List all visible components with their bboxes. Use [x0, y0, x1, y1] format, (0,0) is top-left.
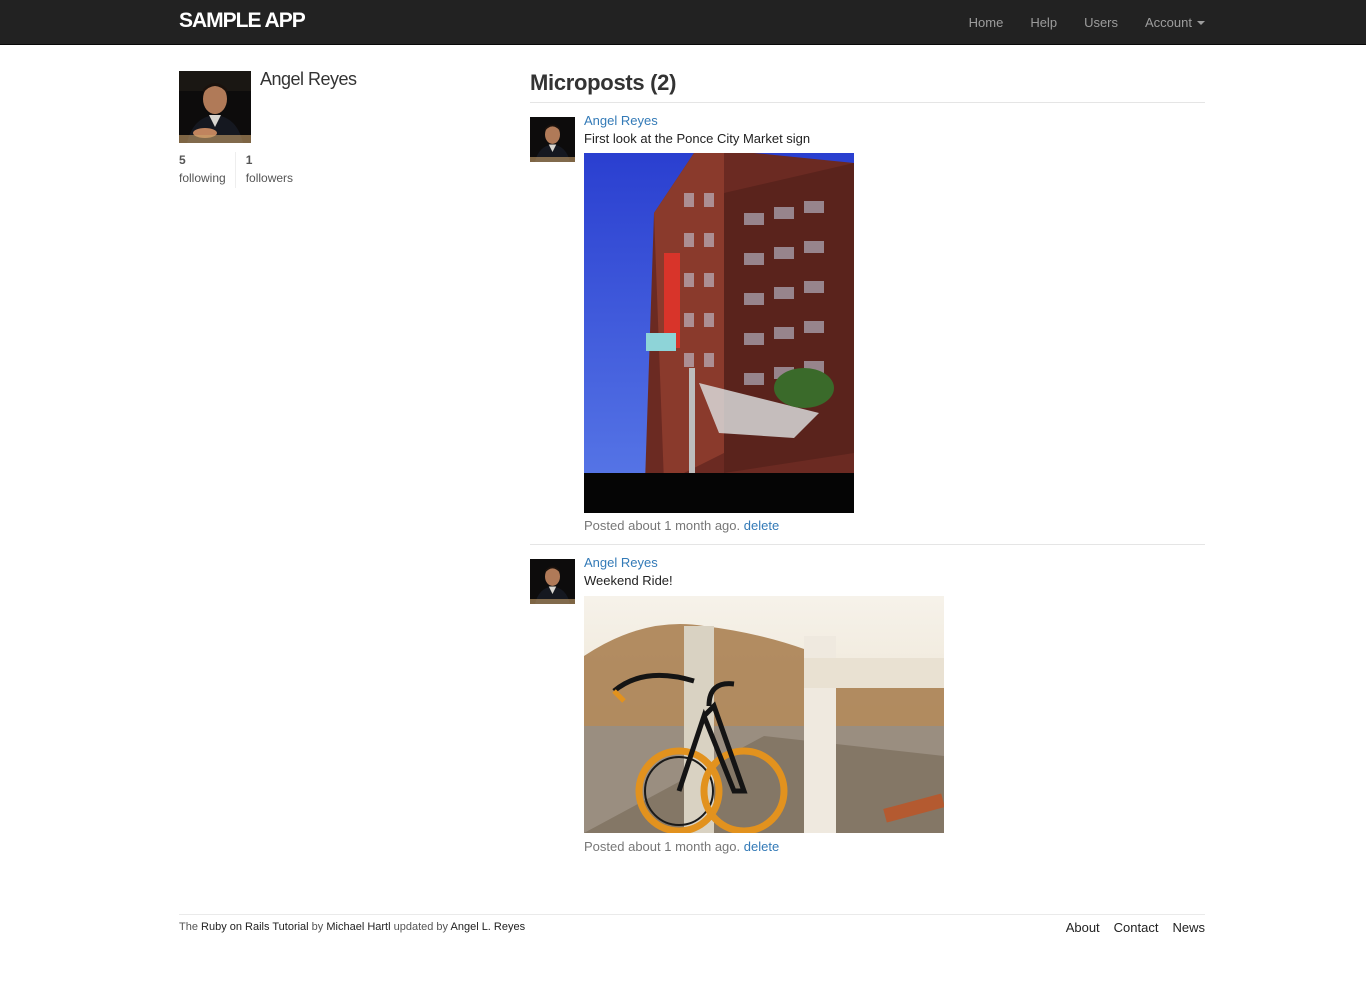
caret-down-icon	[1197, 20, 1205, 25]
profile-stats: 5 following 1 followers	[179, 152, 293, 188]
post-content: First look at the Ponce City Market sign	[584, 131, 811, 146]
post-timestamp: Posted about 1 month ago. delete	[584, 518, 779, 533]
followers-label: followers	[245, 171, 294, 185]
nav-home[interactable]: Home	[969, 15, 1004, 30]
following-count: 5	[179, 153, 186, 167]
post-time-text: Posted about 1 month ago.	[584, 518, 741, 533]
nav-help[interactable]: Help	[1030, 15, 1057, 30]
profile-name: Angel Reyes	[260, 69, 357, 89]
footer-news-link[interactable]: News	[1172, 920, 1205, 935]
post-user-link[interactable]: Angel Reyes	[584, 555, 658, 570]
avatar-image	[530, 117, 575, 162]
footer-divider	[179, 914, 1205, 915]
navbar: SAMPLE APP Home Help Users Account	[0, 0, 1366, 45]
post-avatar[interactable]	[530, 559, 575, 604]
footer-text: by	[308, 921, 327, 933]
post-user-link[interactable]: Angel Reyes	[584, 113, 658, 128]
following-stat[interactable]: 5 following	[179, 152, 236, 188]
footer-text: The	[179, 921, 202, 933]
post-content: Weekend Ride!	[584, 573, 673, 588]
nav-menu: Home Help Users Account	[942, 0, 1205, 44]
footer-nav: About Contact News	[1052, 920, 1205, 935]
delete-link[interactable]: delete	[744, 518, 779, 533]
avatar-image	[179, 71, 251, 143]
updater-link[interactable]: Angel L. Reyes	[451, 921, 526, 933]
post-image	[584, 596, 944, 833]
microposts-title: Microposts (2)	[530, 70, 677, 95]
author-link[interactable]: Michael Hartl	[326, 921, 390, 933]
followers-stat[interactable]: 1 followers	[236, 152, 293, 188]
delete-link[interactable]: delete	[744, 839, 779, 854]
nav-account-dropdown[interactable]: Account	[1145, 15, 1205, 30]
divider	[530, 544, 1205, 545]
footer-credits: The Ruby on Rails Tutorial by Michael Ha…	[179, 921, 525, 933]
nav-users[interactable]: Users	[1084, 15, 1118, 30]
logo[interactable]: SAMPLE APP	[179, 9, 306, 33]
post-avatar[interactable]	[530, 117, 575, 162]
post-image	[584, 153, 854, 513]
post-timestamp: Posted about 1 month ago. delete	[584, 839, 779, 854]
footer-text: updated by	[390, 921, 451, 933]
ponce-building-image	[584, 153, 854, 513]
nav-account-label: Account	[1145, 14, 1192, 30]
followers-count: 1	[245, 153, 253, 167]
post-time-text: Posted about 1 month ago.	[584, 839, 741, 854]
footer-contact-link[interactable]: Contact	[1114, 920, 1159, 935]
following-label: following	[179, 171, 226, 185]
footer-about-link[interactable]: About	[1066, 920, 1100, 935]
rails-tutorial-link[interactable]: Ruby on Rails Tutorial	[201, 921, 309, 933]
avatar-image	[530, 559, 575, 604]
divider	[530, 102, 1205, 103]
bicycle-image	[584, 596, 944, 833]
profile-avatar	[179, 71, 251, 143]
